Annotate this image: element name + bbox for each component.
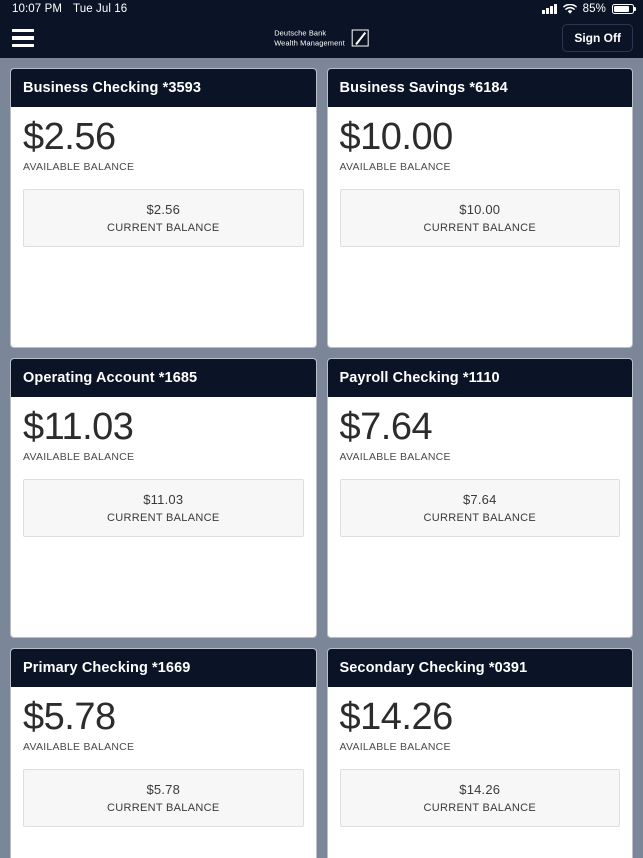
available-balance-amount: $10.00	[339, 116, 454, 158]
hamburger-menu-icon[interactable]	[8, 25, 38, 51]
available-balance-label: AVAILABLE BALANCE	[23, 740, 135, 753]
available-balance-label: AVAILABLE BALANCE	[339, 160, 451, 173]
sign-off-button[interactable]: Sign Off	[562, 24, 633, 52]
current-balance-box: $5.78 CURRENT BALANCE	[23, 768, 304, 827]
account-card-body: $11.03 AVAILABLE BALANCE $11.03 CURRENT …	[11, 397, 316, 637]
account-card[interactable]: Business Checking *3593 $2.56 AVAILABLE …	[10, 68, 317, 348]
current-balance-box: $10.00 CURRENT BALANCE	[339, 188, 620, 247]
account-card-body: $5.78 AVAILABLE BALANCE $5.78 CURRENT BA…	[11, 687, 316, 858]
current-balance-amount: $7.64	[462, 491, 497, 507]
current-balance-label: CURRENT BALANCE	[423, 511, 536, 524]
available-balance-label: AVAILABLE BALANCE	[23, 160, 135, 173]
current-balance-amount: $14.26	[459, 781, 501, 797]
account-card[interactable]: Secondary Checking *0391 $14.26 AVAILABL…	[326, 648, 633, 858]
available-balance-amount: $2.56	[23, 116, 116, 158]
account-card-body: $14.26 AVAILABLE BALANCE $14.26 CURRENT …	[328, 687, 633, 858]
current-balance-label: CURRENT BALANCE	[107, 511, 220, 524]
current-balance-box: $7.64 CURRENT BALANCE	[339, 478, 620, 537]
available-balance-label: AVAILABLE BALANCE	[23, 450, 135, 463]
cellular-signal-icon	[542, 4, 557, 14]
status-bar: 10:07 PM Tue Jul 16 85%	[0, 0, 643, 18]
account-card-title: Business Checking *3593	[11, 69, 316, 107]
current-balance-amount: $5.78	[146, 781, 181, 797]
available-balance-amount: $14.26	[339, 696, 454, 738]
account-card[interactable]: Business Savings *6184 $10.00 AVAILABLE …	[326, 68, 633, 348]
account-card-title: Operating Account *1685	[11, 359, 316, 397]
account-card-body: $7.64 AVAILABLE BALANCE $7.64 CURRENT BA…	[328, 397, 633, 637]
available-balance-amount: $5.78	[23, 696, 116, 738]
current-balance-box: $11.03 CURRENT BALANCE	[23, 478, 304, 537]
account-card[interactable]: Operating Account *1685 $11.03 AVAILABLE…	[10, 358, 317, 638]
available-balance-label: AVAILABLE BALANCE	[339, 740, 451, 753]
account-card[interactable]: Payroll Checking *1110 $7.64 AVAILABLE B…	[326, 358, 633, 638]
account-card-title: Secondary Checking *0391	[327, 649, 632, 687]
brand: Deutsche Bank Wealth Management	[274, 29, 369, 48]
battery-percent: 85%	[582, 3, 606, 15]
deutsche-bank-logo-icon	[351, 29, 369, 47]
accounts-grid: Business Checking *3593 $2.56 AVAILABLE …	[0, 58, 643, 858]
status-bar-left: 10:07 PM Tue Jul 16	[12, 3, 127, 15]
account-card-title: Business Savings *6184	[327, 69, 632, 107]
available-balance-amount: $7.64	[339, 406, 433, 448]
status-date: Tue Jul 16	[73, 3, 128, 15]
account-card-title: Payroll Checking *1110	[327, 359, 632, 397]
status-time: 10:07 PM	[12, 3, 63, 15]
current-balance-label: CURRENT BALANCE	[423, 801, 536, 814]
current-balance-box: $2.56 CURRENT BALANCE	[23, 188, 304, 247]
current-balance-label: CURRENT BALANCE	[107, 221, 220, 234]
account-card[interactable]: Primary Checking *1669 $5.78 AVAILABLE B…	[10, 648, 317, 858]
wifi-icon	[562, 3, 577, 15]
account-card-body: $10.00 AVAILABLE BALANCE $10.00 CURRENT …	[328, 107, 633, 347]
brand-name: Deutsche Bank Wealth Management	[274, 28, 345, 48]
current-balance-amount: $2.56	[146, 201, 181, 217]
available-balance-label: AVAILABLE BALANCE	[339, 450, 451, 463]
account-card-title: Primary Checking *1669	[11, 649, 316, 687]
account-card-body: $2.56 AVAILABLE BALANCE $2.56 CURRENT BA…	[11, 107, 316, 347]
navigation-bar: Deutsche Bank Wealth Management Sign Off	[0, 18, 643, 58]
current-balance-amount: $10.00	[459, 201, 501, 217]
status-bar-right: 85%	[542, 3, 634, 15]
current-balance-box: $14.26 CURRENT BALANCE	[339, 768, 620, 827]
current-balance-label: CURRENT BALANCE	[423, 221, 536, 234]
current-balance-amount: $11.03	[143, 491, 184, 507]
current-balance-label: CURRENT BALANCE	[107, 801, 220, 814]
battery-icon	[612, 4, 634, 14]
available-balance-amount: $11.03	[23, 406, 134, 448]
